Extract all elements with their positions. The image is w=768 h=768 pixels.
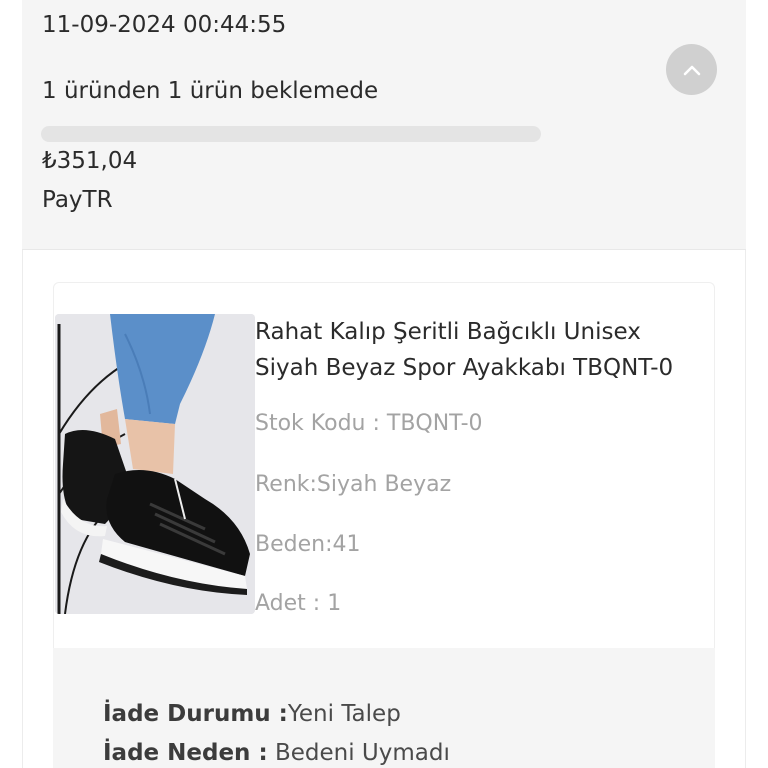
product-title[interactable]: Rahat Kalıp Şeritli Bağcıklı Unisex Siya… [255, 314, 725, 386]
order-total: ₺351,04 [42, 148, 138, 174]
product-image[interactable] [55, 314, 255, 614]
order-progress-bar [41, 126, 541, 142]
order-date: 11-09-2024 00:44:55 [42, 12, 287, 38]
return-status-value: Yeni Talep [287, 701, 401, 727]
product-title-line-1: Rahat Kalıp Şeritli Bağcıklı Unisex [255, 319, 641, 345]
return-reason-value: Bedeni Uymadı [267, 740, 450, 766]
payment-method: PayTR [42, 187, 113, 213]
chevron-up-icon [683, 65, 700, 75]
product-size: Beden:41 [255, 532, 361, 557]
product-title-line-2: Siyah Beyaz Spor Ayakkabı TBQNT-0 [255, 355, 674, 381]
return-status: İade Durumu :Yeni Talep [103, 701, 401, 727]
return-reason: İade Neden : Bedeni Uymadı [103, 740, 450, 766]
return-reason-label: İade Neden : [103, 740, 268, 766]
product-color: Renk:Siyah Beyaz [255, 472, 452, 497]
collapse-button[interactable] [666, 44, 717, 95]
order-detail-page: 11-09-2024 00:44:55 1 üründen 1 ürün bek… [0, 0, 768, 768]
order-status-text: 1 üründen 1 ürün beklemede [42, 78, 379, 104]
product-quantity: Adet : 1 [255, 591, 342, 616]
product-stock-code: Stok Kodu : TBQNT-0 [255, 411, 483, 436]
return-status-label: İade Durumu : [103, 701, 288, 727]
sneaker-photo [55, 314, 255, 614]
